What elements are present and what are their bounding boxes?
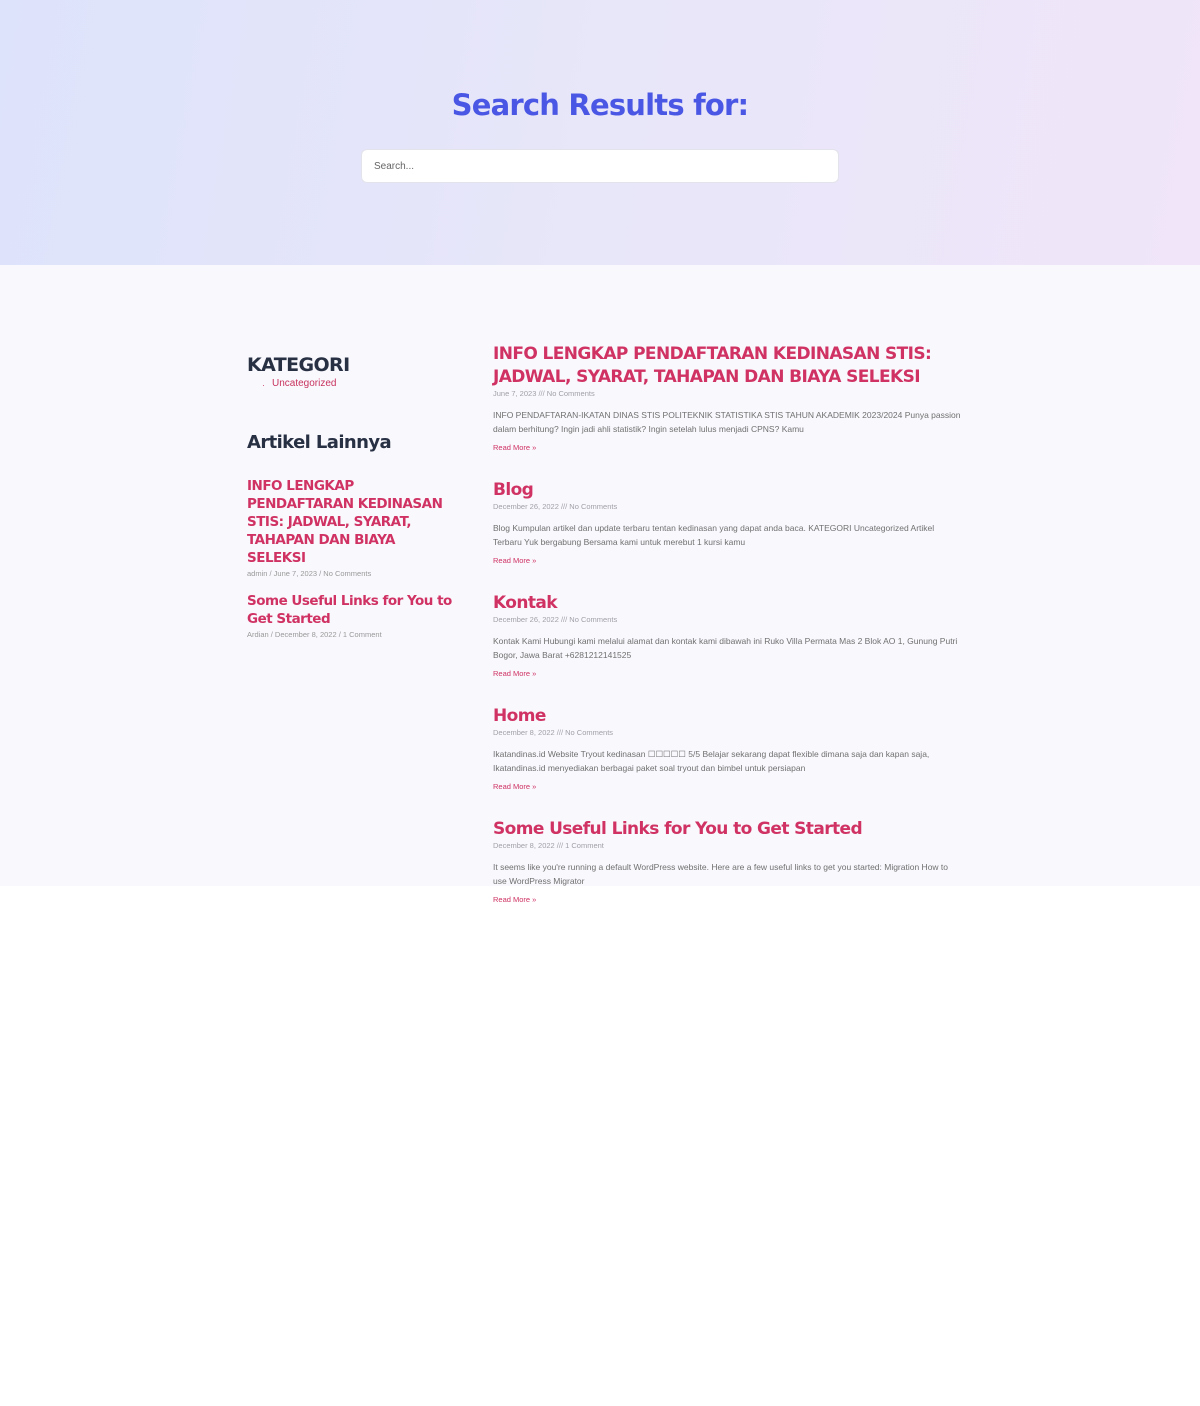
- category-list: Uncategorized: [272, 378, 457, 389]
- search-result: Some Useful Links for You to Get Started…: [493, 818, 963, 907]
- sidebar-post-title-link[interactable]: Some Useful Links for You to Get Started: [247, 592, 457, 628]
- result-title-link[interactable]: Some Useful Links for You to Get Started: [493, 818, 963, 841]
- result-meta: June 7, 2023 /// No Comments: [493, 389, 595, 398]
- search-result: Home December 8, 2022 /// No Comments Ik…: [493, 705, 963, 794]
- search-result: Blog December 26, 2022 /// No Comments B…: [493, 479, 963, 568]
- result-excerpt: Blog Kumpulan artikel dan update terbaru…: [493, 523, 935, 547]
- main-content: KATEGORI Uncategorized Artikel Lainnya I…: [0, 265, 1200, 904]
- search-result: Kontak December 26, 2022 /// No Comments…: [493, 592, 963, 681]
- read-more-link[interactable]: Read More »: [493, 556, 536, 565]
- result-title-link[interactable]: Blog: [493, 479, 963, 502]
- result-meta: December 26, 2022 /// No Comments: [493, 502, 618, 511]
- artikel-lainnya-heading: Artikel Lainnya: [247, 432, 392, 453]
- sidebar-post-meta: Ardian / December 8, 2022 / 1 Comment: [247, 630, 382, 639]
- read-more-link[interactable]: Read More »: [493, 669, 536, 678]
- result-excerpt: Kontak Kami Hubungi kami melalui alamat …: [493, 636, 958, 660]
- result-title-link[interactable]: Home: [493, 705, 963, 728]
- search-result: INFO LENGKAP PENDAFTARAN KEDINASAN STIS:…: [493, 343, 963, 455]
- search-results-list: INFO LENGKAP PENDAFTARAN KEDINASAN STIS:…: [493, 343, 963, 931]
- result-title-link[interactable]: Kontak: [493, 592, 963, 615]
- result-excerpt: It seems like you're running a default W…: [493, 862, 949, 886]
- kategori-heading: KATEGORI: [247, 354, 350, 376]
- search-hero: Search Results for:: [0, 0, 1200, 265]
- category-item[interactable]: Uncategorized: [272, 378, 457, 389]
- sidebar-post: INFO LENGKAP PENDAFTARAN KEDINASAN STIS:…: [247, 477, 457, 578]
- result-excerpt: Ikatandinas.id Website Tryout kedinasan …: [493, 749, 930, 773]
- result-meta: December 26, 2022 /// No Comments: [493, 615, 618, 624]
- read-more-link[interactable]: Read More »: [493, 443, 536, 452]
- sidebar-post-meta: admin / June 7, 2023 / No Comments: [247, 569, 372, 578]
- result-excerpt: INFO PENDAFTARAN-IKATAN DINAS STIS POLIT…: [493, 410, 961, 434]
- sidebar-post-list: INFO LENGKAP PENDAFTARAN KEDINASAN STIS:…: [247, 477, 457, 639]
- category-link[interactable]: Uncategorized: [272, 378, 336, 389]
- search-input[interactable]: [362, 150, 838, 182]
- sidebar-post-title-link[interactable]: INFO LENGKAP PENDAFTARAN KEDINASAN STIS:…: [247, 477, 457, 567]
- search-box[interactable]: [361, 149, 839, 183]
- result-meta: December 8, 2022 /// No Comments: [493, 728, 614, 737]
- sidebar: KATEGORI Uncategorized Artikel Lainnya I…: [247, 353, 457, 639]
- read-more-link[interactable]: Read More »: [493, 782, 536, 791]
- page-title: Search Results for:: [451, 88, 749, 122]
- read-more-link[interactable]: Read More »: [493, 895, 536, 904]
- sidebar-post: Some Useful Links for You to Get Started…: [247, 592, 457, 639]
- result-meta: December 8, 2022 /// 1 Comment: [493, 841, 604, 850]
- result-title-link[interactable]: INFO LENGKAP PENDAFTARAN KEDINASAN STIS:…: [493, 343, 963, 389]
